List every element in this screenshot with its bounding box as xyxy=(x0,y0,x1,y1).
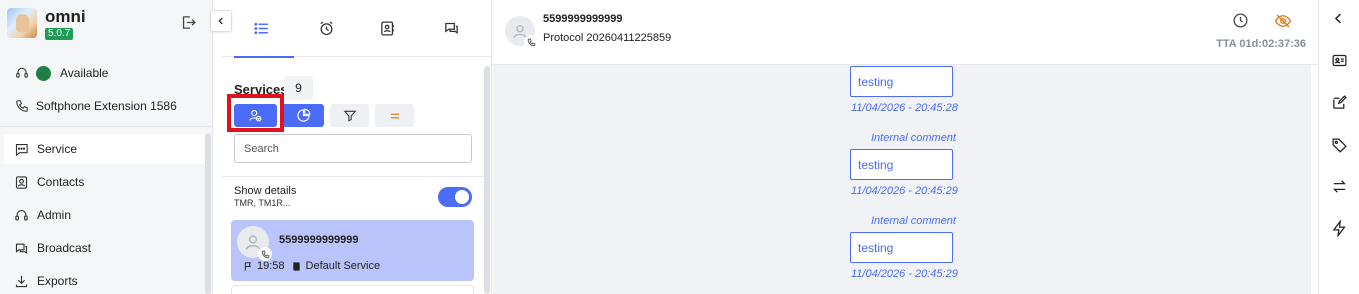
broadcast-icon xyxy=(14,241,29,256)
status-dot xyxy=(36,65,51,81)
logout-icon[interactable] xyxy=(180,14,197,31)
nav-item-broadcast[interactable]: Broadcast xyxy=(4,233,205,263)
nav-item-exports[interactable]: Exports xyxy=(4,266,205,294)
show-details-toggle[interactable] xyxy=(438,187,472,207)
edit-note-icon[interactable] xyxy=(1331,94,1348,111)
tab-scheduled[interactable] xyxy=(293,0,359,57)
brand-name: omni xyxy=(45,7,86,26)
tab-contacts[interactable] xyxy=(354,0,420,57)
message-timestamp: 11/04/2026 - 20:45:29 xyxy=(851,268,958,280)
clock-icon[interactable] xyxy=(1232,12,1249,29)
nav-label: Broadcast xyxy=(37,241,92,255)
collapse-sidebar-button[interactable] xyxy=(210,10,232,32)
nav-item-admin[interactable]: Admin xyxy=(4,200,205,230)
panel-divider xyxy=(222,176,484,177)
service-card[interactable]: 5599999999999 19:58 Default Service xyxy=(231,220,474,281)
phone-icon xyxy=(524,35,538,49)
download-icon xyxy=(14,274,29,289)
right-rail xyxy=(1318,0,1359,294)
nav-item-contacts[interactable]: Contacts xyxy=(4,167,205,197)
admin-headset-icon xyxy=(14,208,29,223)
contact-book-icon xyxy=(379,20,396,37)
chat-contact-name: 5599999999999 xyxy=(543,13,623,25)
chat-header: 5599999999999 Protocol 20260411225859 TT… xyxy=(493,0,1318,65)
services-panel: Services 9 Show details TMR, TM1R... 559… xyxy=(222,0,492,294)
nav-label: Exports xyxy=(37,274,78,288)
show-details-sub: TMR, TM1R... xyxy=(234,198,291,208)
chevron-left-icon[interactable] xyxy=(1331,11,1346,26)
avatar xyxy=(237,226,272,261)
nav-item-service[interactable]: Service xyxy=(4,134,205,164)
tag-icon[interactable] xyxy=(1331,137,1348,154)
phone-icon xyxy=(14,99,30,113)
lightning-icon[interactable] xyxy=(1331,220,1348,237)
service-queue: Default Service xyxy=(305,260,381,272)
chat-bubbles-icon xyxy=(443,20,460,37)
message-timestamp: 11/04/2026 - 20:45:29 xyxy=(851,185,958,197)
phone-icon xyxy=(258,247,272,261)
message-bubble: testing xyxy=(850,66,953,97)
chevron-left-icon xyxy=(216,16,226,26)
brand: omni 5.0.7 xyxy=(7,8,86,40)
eye-off-icon[interactable] xyxy=(1274,12,1292,30)
message-bubble: testing xyxy=(850,149,953,180)
services-tabs xyxy=(222,0,492,58)
equals-icon xyxy=(388,109,402,123)
search-input[interactable] xyxy=(234,134,472,163)
extension-label: Softphone Extension 1586 xyxy=(36,99,177,113)
id-card-icon[interactable] xyxy=(1331,52,1348,69)
internal-comment-label: Internal comment xyxy=(871,215,956,227)
list-icon xyxy=(253,20,270,37)
contact-card-icon xyxy=(14,175,29,190)
message-bubble: testing xyxy=(850,232,953,263)
service-meta: 19:58 Default Service xyxy=(243,260,380,272)
chat-icon xyxy=(14,142,29,157)
flag-icon xyxy=(243,261,254,272)
panel-scrollbar[interactable] xyxy=(484,66,490,294)
message-timestamp: 11/04/2026 - 20:45:28 xyxy=(851,102,958,114)
transfer-icon[interactable] xyxy=(1331,178,1348,195)
highlight-box xyxy=(227,94,284,132)
nav-label: Admin xyxy=(37,208,72,222)
services-count-badge: 9 xyxy=(284,76,313,100)
sidebar-scrollbar[interactable] xyxy=(205,133,211,294)
pie-chart-icon xyxy=(296,108,311,123)
book-icon xyxy=(291,261,302,272)
sort-button[interactable] xyxy=(375,104,414,127)
chat-scrollbar[interactable] xyxy=(1311,65,1318,294)
tab-conversations[interactable] xyxy=(418,0,484,57)
alarm-clock-icon xyxy=(318,20,335,37)
tta-timer: TTA 01d:02:37:36 xyxy=(1216,38,1306,50)
status-label: Available xyxy=(60,66,109,80)
version-badge: 5.0.7 xyxy=(45,28,74,40)
nav-label: Service xyxy=(37,142,78,156)
service-card[interactable] xyxy=(231,285,474,294)
tab-list[interactable] xyxy=(228,0,294,58)
chat-avatar xyxy=(505,16,538,49)
headset-icon xyxy=(14,66,30,80)
sidebar-divider xyxy=(0,126,212,127)
sidebar: omni 5.0.7 Available Softphone Extension… xyxy=(0,0,213,294)
service-contact-name: 5599999999999 xyxy=(279,234,359,246)
internal-comment-label: Internal comment xyxy=(871,132,956,144)
brand-logo xyxy=(7,8,37,38)
filter-button[interactable] xyxy=(330,104,369,127)
softphone-extension[interactable]: Softphone Extension 1586 xyxy=(14,96,177,116)
funnel-icon xyxy=(343,109,357,123)
availability-status[interactable]: Available xyxy=(14,63,108,83)
service-time: 19:58 xyxy=(257,260,285,272)
nav-label: Contacts xyxy=(37,175,85,189)
show-details-label: Show details xyxy=(234,185,297,197)
chat-protocol: Protocol 20260411225859 xyxy=(543,32,672,44)
stats-filter-button[interactable] xyxy=(282,104,324,127)
